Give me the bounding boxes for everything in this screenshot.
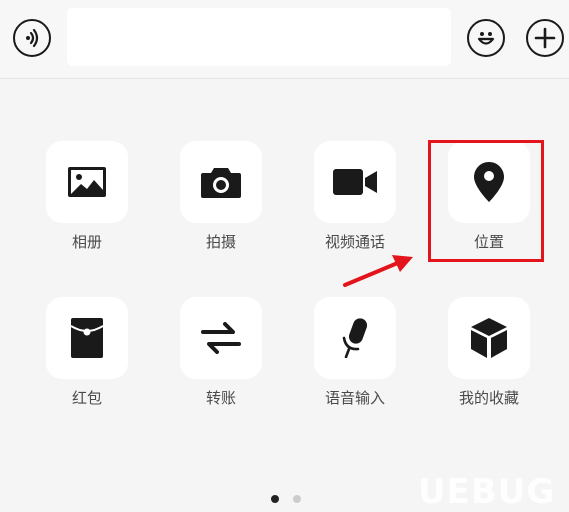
chat-input-bar <box>0 0 569 79</box>
camera-icon <box>201 168 241 198</box>
message-input[interactable] <box>67 8 451 66</box>
camera-button[interactable] <box>180 141 262 223</box>
pointer-arrow-icon <box>343 255 413 287</box>
plus-icon <box>534 27 556 49</box>
more-options-button[interactable] <box>526 19 564 57</box>
voice-input-label: 语音输入 <box>324 389 385 407</box>
location-highlight-box <box>428 140 544 262</box>
favorites-box-icon <box>471 318 507 358</box>
voice-input-button[interactable] <box>314 297 396 379</box>
album-button[interactable] <box>46 141 128 223</box>
photo-icon <box>68 167 106 197</box>
video-call-label: 视频通话 <box>324 233 385 251</box>
camera-label: 拍摄 <box>205 233 236 251</box>
voice-icon <box>26 28 39 48</box>
favorites-label: 我的收藏 <box>458 389 519 407</box>
transfer-button[interactable] <box>180 297 262 379</box>
favorites-button[interactable] <box>448 297 530 379</box>
red-packet-button[interactable] <box>46 297 128 379</box>
video-call-button[interactable] <box>314 141 396 223</box>
page-dot-inactive[interactable] <box>293 495 301 503</box>
album-label: 相册 <box>71 233 102 251</box>
page-dot-active[interactable] <box>271 495 279 503</box>
smiley-icon <box>477 32 495 45</box>
red-packet-icon <box>71 318 103 358</box>
video-call-icon <box>333 169 377 195</box>
page-indicator <box>271 495 301 503</box>
watermark-logo: UEBUG <box>418 472 556 512</box>
transfer-label: 转账 <box>205 389 236 407</box>
emoji-button[interactable] <box>467 19 505 57</box>
microphone-icon <box>342 318 368 358</box>
transfer-icon <box>201 322 241 354</box>
voice-mode-button[interactable] <box>13 19 51 57</box>
red-packet-label: 红包 <box>71 389 102 407</box>
